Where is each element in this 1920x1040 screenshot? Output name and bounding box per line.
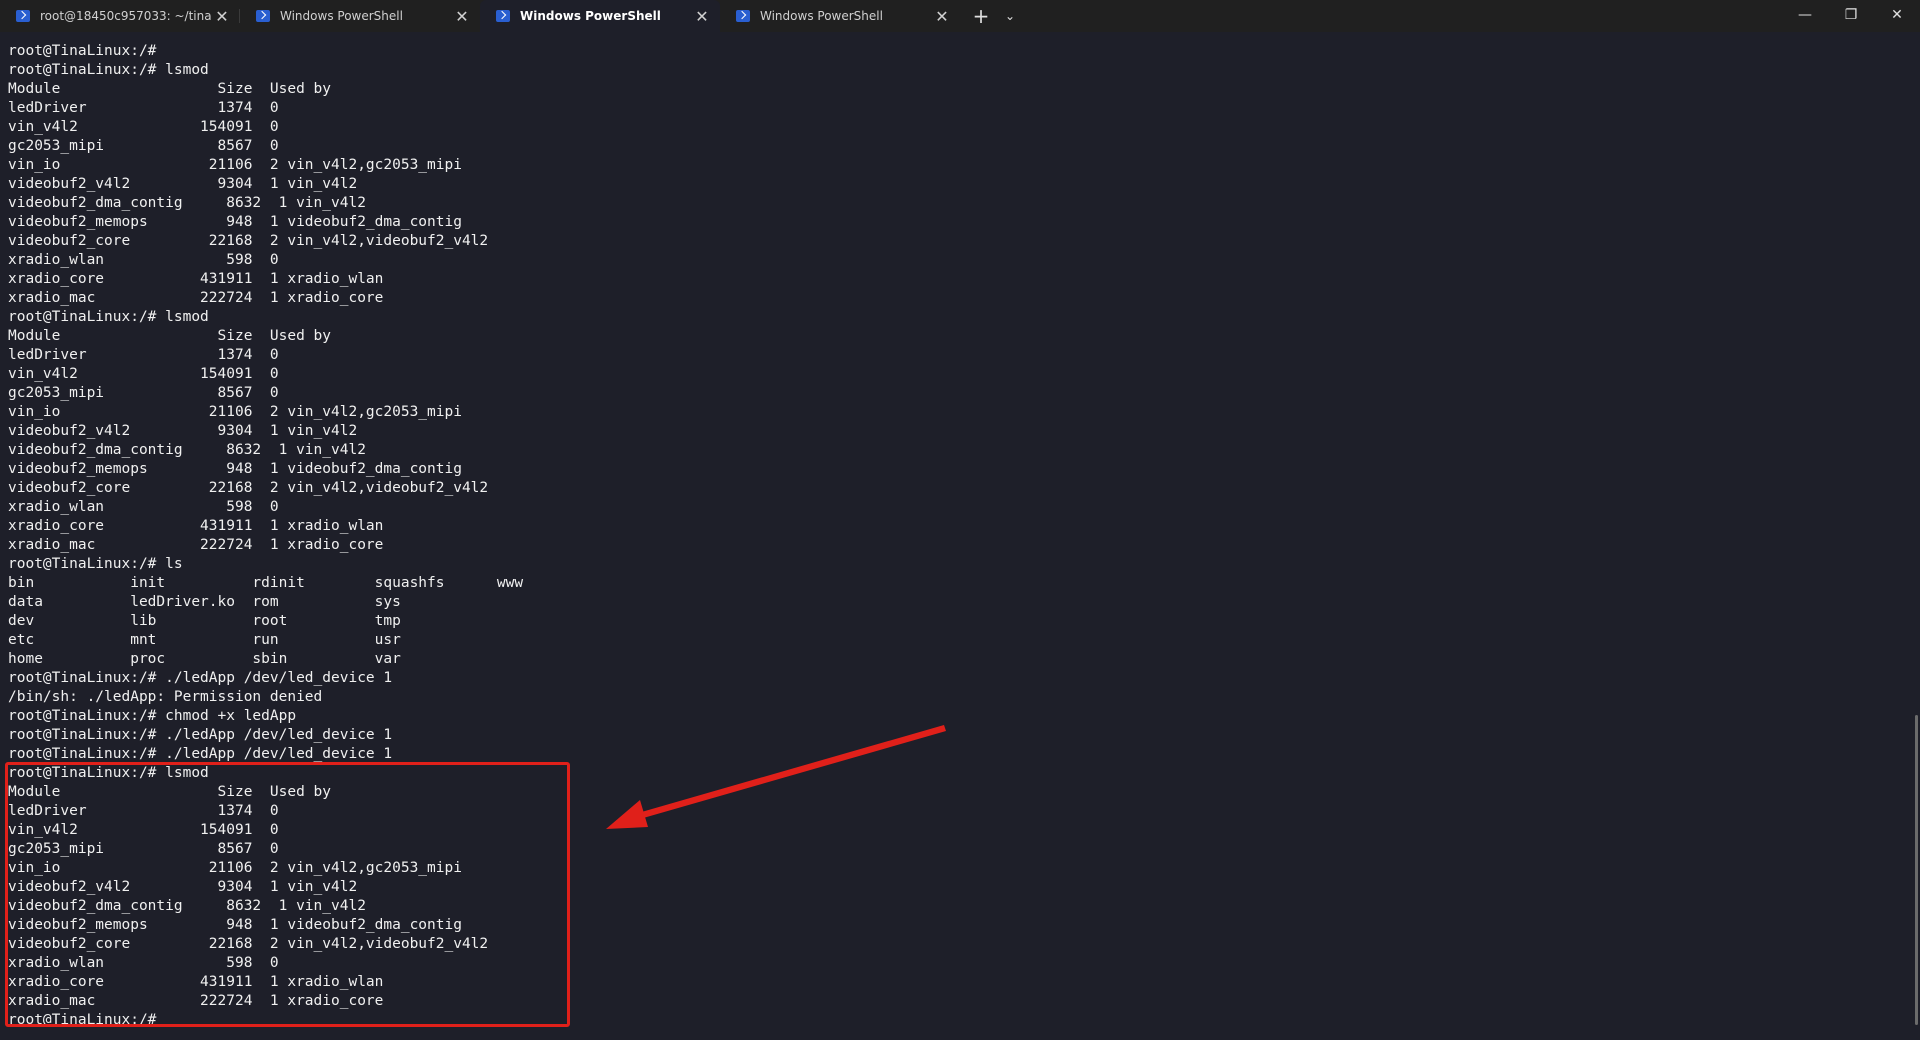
terminal-line: videobuf2_dma_contig 8632 1 vin_v4l2 bbox=[8, 195, 366, 211]
powershell-icon bbox=[16, 10, 30, 22]
terminal-line: root@TinaLinux:/# bbox=[8, 43, 157, 59]
tab-windows-powershell-1[interactable]: Windows PowerShell ✕ bbox=[240, 0, 480, 32]
terminal-line: ledDriver 1374 0 bbox=[8, 100, 279, 116]
terminal-line: videobuf2_v4l2 9304 1 vin_v4l2 bbox=[8, 176, 358, 192]
terminal-line: data ledDriver.ko rom sys bbox=[8, 594, 401, 610]
terminal-line: root@TinaLinux:/# ./ledApp /dev/led_devi… bbox=[8, 670, 393, 686]
terminal-line: videobuf2_core 22168 2 vin_v4l2,videobuf… bbox=[8, 480, 489, 496]
terminal-line: videobuf2_dma_contig 8632 1 vin_v4l2 bbox=[8, 442, 366, 458]
terminal-line: bin init rdinit squashfs www bbox=[8, 575, 524, 591]
terminal-line: xradio_core 431911 1 xradio_wlan bbox=[8, 518, 384, 534]
tab-label: Windows PowerShell bbox=[760, 9, 883, 23]
terminal-line: xradio_core 431911 1 xradio_wlan bbox=[8, 271, 384, 287]
tab-label: root@18450c957033: ~/tina-v8 bbox=[40, 9, 212, 23]
terminal-line: root@TinaLinux:/# lsmod bbox=[8, 62, 209, 78]
terminal-line: home proc sbin var bbox=[8, 651, 401, 667]
terminal-line: gc2053_mipi 8567 0 bbox=[8, 138, 279, 154]
close-icon[interactable]: ✕ bbox=[692, 6, 712, 26]
new-tab-button[interactable]: + bbox=[964, 0, 998, 32]
terminal-line: ledDriver 1374 0 bbox=[8, 347, 279, 363]
chevron-down-icon[interactable]: ⌄ bbox=[998, 0, 1022, 32]
window-controls: — ❐ ✕ bbox=[1782, 0, 1920, 32]
terminal-window: root@18450c957033: ~/tina-v8 ✕ Windows P… bbox=[0, 0, 1920, 1040]
terminal-line: root@TinaLinux:/# chmod +x ledApp bbox=[8, 708, 297, 724]
tab-windows-powershell-3[interactable]: Windows PowerShell ✕ bbox=[720, 0, 960, 32]
terminal-line: vin_v4l2 154091 0 bbox=[8, 366, 279, 382]
terminal-line: videobuf2_memops 948 1 videobuf2_dma_con… bbox=[8, 214, 462, 230]
minimize-button[interactable]: — bbox=[1782, 0, 1828, 30]
terminal-line: xradio_mac 222724 1 xradio_core bbox=[8, 537, 384, 553]
terminal-line: root@TinaLinux:/# ls bbox=[8, 556, 183, 572]
terminal-line: videobuf2_v4l2 9304 1 vin_v4l2 bbox=[8, 423, 358, 439]
powershell-icon bbox=[256, 10, 270, 22]
tab-windows-powershell-active[interactable]: Windows PowerShell ✕ bbox=[480, 0, 720, 32]
terminal-line: xradio_wlan 598 0 bbox=[8, 252, 279, 268]
terminal-line: etc mnt run usr bbox=[8, 632, 401, 648]
close-icon[interactable]: ✕ bbox=[212, 6, 232, 26]
tab-label: Windows PowerShell bbox=[520, 9, 661, 23]
terminal-line: Module Size Used by bbox=[8, 328, 332, 344]
powershell-icon bbox=[496, 10, 510, 22]
terminal-scrollbar[interactable] bbox=[1915, 715, 1918, 1025]
terminal-line: xradio_wlan 598 0 bbox=[8, 499, 279, 515]
terminal-line: videobuf2_memops 948 1 videobuf2_dma_con… bbox=[8, 461, 462, 477]
terminal-line: videobuf2_core 22168 2 vin_v4l2,videobuf… bbox=[8, 233, 489, 249]
maximize-button[interactable]: ❐ bbox=[1828, 0, 1874, 30]
powershell-icon bbox=[736, 10, 750, 22]
close-icon[interactable]: ✕ bbox=[932, 6, 952, 26]
tab-bar: root@18450c957033: ~/tina-v8 ✕ Windows P… bbox=[0, 0, 1920, 32]
terminal-line: vin_io 21106 2 vin_v4l2,gc2053_mipi bbox=[8, 157, 462, 173]
terminal-line: dev lib root tmp bbox=[8, 613, 401, 629]
close-icon[interactable]: ✕ bbox=[452, 6, 472, 26]
terminal-line: /bin/sh: ./ledApp: Permission denied bbox=[8, 689, 323, 705]
tab-ssh-session[interactable]: root@18450c957033: ~/tina-v8 ✕ bbox=[0, 0, 240, 32]
terminal-line: vin_io 21106 2 vin_v4l2,gc2053_mipi bbox=[8, 404, 462, 420]
terminal-line: Module Size Used by bbox=[8, 81, 332, 97]
tab-label: Windows PowerShell bbox=[280, 9, 403, 23]
terminal-line: root@TinaLinux:/# ./ledApp /dev/led_devi… bbox=[8, 727, 393, 743]
terminal-line: root@TinaLinux:/# lsmod bbox=[8, 309, 209, 325]
terminal-line: vin_v4l2 154091 0 bbox=[8, 119, 279, 135]
terminal-line: xradio_mac 222724 1 xradio_core bbox=[8, 290, 384, 306]
annotation-highlight-box bbox=[5, 762, 570, 1027]
terminal-line: gc2053_mipi 8567 0 bbox=[8, 385, 279, 401]
close-window-button[interactable]: ✕ bbox=[1874, 0, 1920, 30]
